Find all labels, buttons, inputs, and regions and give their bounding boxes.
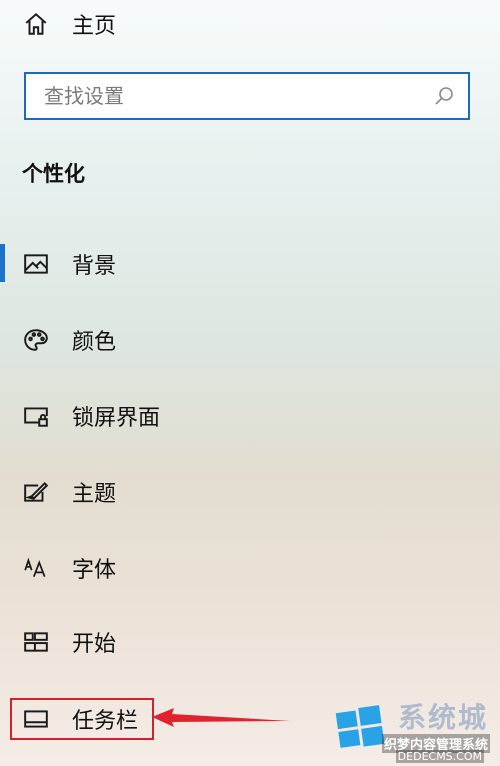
sidebar-item-label: 颜色 — [72, 330, 117, 355]
theme-brush-icon — [22, 478, 50, 506]
search-box[interactable] — [24, 72, 470, 120]
sidebar-item-label: 锁屏界面 — [72, 406, 161, 431]
sidebar-item-start[interactable]: 开始 — [0, 620, 500, 664]
search-input[interactable] — [42, 83, 436, 109]
sidebar-item-label: 背景 — [72, 254, 117, 279]
watermark-text: 系统城 — [397, 701, 488, 734]
sidebar-item-label: 开始 — [72, 632, 117, 657]
watermark-text: DEDECMS.COM — [395, 750, 484, 763]
font-icon — [22, 554, 50, 582]
search-icon[interactable] — [432, 84, 456, 108]
palette-icon — [22, 326, 50, 354]
sidebar-item-lock-screen[interactable]: 锁屏界面 — [0, 394, 500, 438]
lock-screen-icon — [22, 402, 50, 430]
sidebar-item-themes[interactable]: 主题 — [0, 470, 500, 514]
home-nav-item[interactable]: 主页 — [0, 2, 500, 46]
home-icon — [22, 10, 50, 38]
picture-icon — [22, 250, 50, 278]
start-tiles-icon — [22, 628, 50, 656]
sidebar-item-label: 主题 — [72, 482, 117, 507]
windows-logo-icon — [335, 705, 385, 748]
home-label: 主页 — [72, 14, 117, 39]
section-title: 个性化 — [22, 162, 85, 186]
highlight-box — [10, 698, 154, 740]
sidebar-item-label: 字体 — [72, 558, 117, 583]
watermark: 系统城 织梦内容管理系统 DEDECMS.COM — [334, 686, 494, 763]
annotation-arrow — [152, 708, 290, 727]
sidebar-item-colors[interactable]: 颜色 — [0, 318, 500, 362]
sidebar-item-fonts[interactable]: 字体 — [0, 546, 500, 590]
sidebar-item-background[interactable]: 背景 — [0, 242, 500, 286]
